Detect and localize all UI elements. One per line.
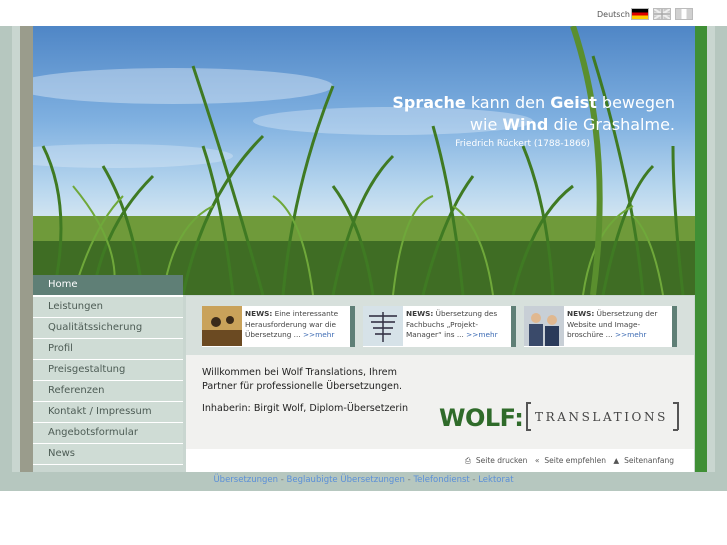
welcome-text: Willkommen bei Wolf Translations, Ihrem … — [202, 367, 403, 392]
footer-link-telefondienst[interactable]: Telefondienst — [413, 475, 469, 485]
right-accent-strip — [695, 26, 707, 472]
news-teaser[interactable]: NEWS: Eine interessante Herausforderung … — [202, 306, 355, 347]
print-link[interactable]: Seite drucken — [476, 456, 528, 465]
nav-item-news[interactable]: News — [33, 444, 183, 465]
nav-item-qualitaetssicherung[interactable]: Qualitätssicherung — [33, 318, 183, 339]
recommend-link[interactable]: Seite empfehlen — [544, 456, 606, 465]
news-thumbnail-icon — [363, 306, 403, 346]
page-top-icon[interactable]: ▲ — [613, 456, 619, 465]
news-teaser[interactable]: NEWS: Übersetzung des Fachbuchs „Projekt… — [363, 306, 516, 347]
nav-item-angebotsformular[interactable]: Angebotsformular — [33, 423, 183, 444]
quote-author: Friedrich Rückert (1788-1866) — [455, 139, 590, 149]
print-icon[interactable]: ⎙ — [465, 456, 471, 465]
nav-item-profil[interactable]: Profil — [33, 339, 183, 360]
news-more-link[interactable]: >>mehr — [303, 330, 334, 339]
quote-line-1: Sprache kann den Geist bewegen — [392, 93, 675, 112]
language-label[interactable]: Deutsch — [597, 10, 630, 19]
left-strip — [20, 26, 33, 472]
nav-item-kontakt[interactable]: Kontakt / Impressum — [33, 402, 183, 423]
footer-link-uebersetzungen[interactable]: Übersetzungen — [213, 475, 278, 485]
footer-link-beglaubigte[interactable]: Beglaubigte Übersetzungen — [287, 475, 405, 485]
nav-item-referenzen[interactable]: Referenzen — [33, 381, 183, 402]
nav-item-home[interactable]: Home — [33, 275, 183, 296]
main-content: NEWS: Eine interessante Herausforderung … — [186, 296, 694, 472]
nav-item-preisgestaltung[interactable]: Preisgestaltung — [33, 360, 183, 381]
flag-it-icon[interactable] — [675, 8, 693, 20]
nav-item-leistungen[interactable]: Leistungen — [33, 297, 183, 318]
news-more-link[interactable]: >>mehr — [466, 330, 497, 339]
footer-link-lektorat[interactable]: Lektorat — [478, 475, 513, 485]
hero-banner: Sprache kann den Geist bewegen wie Wind … — [33, 26, 695, 295]
main-nav: Home Leistungen Qualitätssicherung Profi… — [33, 275, 183, 465]
top-bar: Deutsch — [0, 0, 727, 26]
quote-line-2: wie Wind die Grashalme. — [469, 115, 675, 134]
news-row: NEWS: Eine interessante Herausforderung … — [186, 296, 694, 355]
news-more-link[interactable]: >>mehr — [615, 330, 646, 339]
hero-quote: Sprache kann den Geist bewegen wie Wind … — [392, 92, 675, 149]
news-thumbnail-icon — [202, 306, 242, 346]
owner-text: Inhaberin: Birgit Wolf, Diplom-Übersetze… — [202, 403, 409, 414]
page-top-link[interactable]: Seitenanfang — [624, 456, 674, 465]
grass-illustration — [33, 26, 695, 295]
recommend-icon[interactable]: « — [535, 456, 540, 465]
footer-links: Übersetzungen - Beglaubigte Übersetzunge… — [213, 475, 514, 485]
page-tools-bar: ⎙ Seite drucken « Seite empfehlen ▲ Seitena… — [186, 449, 694, 472]
flag-uk-icon[interactable] — [653, 8, 671, 20]
news-teaser[interactable]: NEWS: Übersetzung der Website und Image-… — [524, 306, 677, 347]
news-thumbnail-icon — [524, 306, 564, 346]
flag-de-icon[interactable] — [631, 8, 649, 20]
